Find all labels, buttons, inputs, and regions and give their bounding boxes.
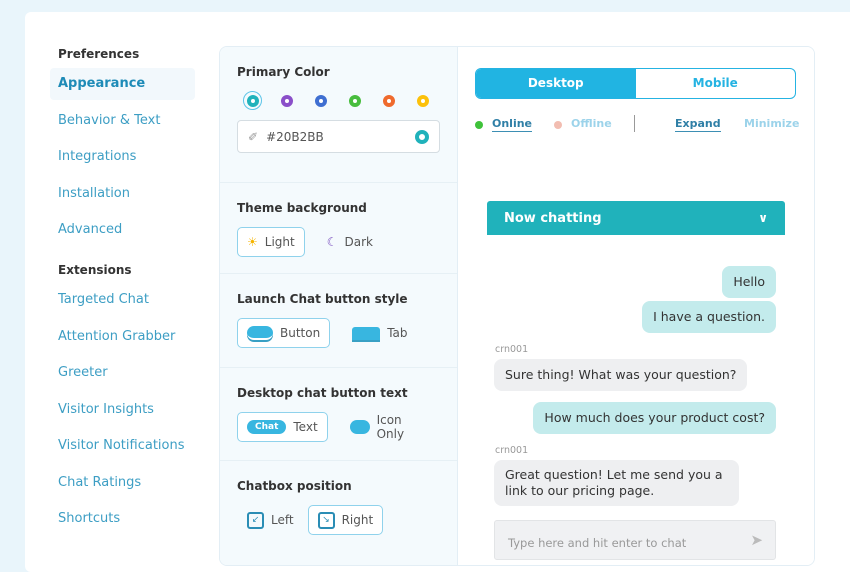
sidebar-item-installation[interactable]: Installation xyxy=(50,178,195,210)
visitor-message: I have a question. xyxy=(642,301,776,333)
button-label: Button xyxy=(280,326,321,340)
tab-icon xyxy=(352,326,381,340)
agent-message: Great question! Let me send you a link t… xyxy=(494,460,739,506)
launch-tab-option[interactable]: Tab xyxy=(342,318,417,348)
right-label: Right xyxy=(341,513,374,527)
dark-label: Dark xyxy=(344,235,373,249)
color-swatches xyxy=(237,91,440,110)
theme-title: Theme background xyxy=(237,201,367,215)
agent-message: Sure thing! What was your question? xyxy=(494,359,748,391)
agent-name: crn001 xyxy=(495,445,529,456)
launch-style-title: Launch Chat button style xyxy=(237,292,408,306)
launch-style-group: Launch Chat button style Button Tab xyxy=(220,274,457,368)
chat-title: Now chatting xyxy=(504,210,602,226)
position-right-option[interactable]: ↘ Right xyxy=(307,505,384,535)
text-label: Text xyxy=(293,420,318,434)
swatch-green[interactable] xyxy=(345,91,364,110)
extensions-heading: Extensions xyxy=(58,263,132,277)
swatch-blue[interactable] xyxy=(311,91,330,110)
visitor-message: How much does your product cost? xyxy=(533,402,776,434)
chat-bubble-icon xyxy=(349,420,370,434)
swatch-teal[interactable] xyxy=(243,91,262,110)
launch-button-option[interactable]: Button xyxy=(237,318,331,348)
eyedropper-icon[interactable]: ✐ xyxy=(248,130,258,144)
swatch-orange[interactable] xyxy=(379,91,398,110)
sidebar-item-chat-ratings[interactable]: Chat Ratings xyxy=(50,467,195,499)
preview-status-bar: Online Offline Expand Minimize xyxy=(475,115,805,137)
sidebar-item-shortcuts[interactable]: Shortcuts xyxy=(50,503,195,535)
chat-input[interactable]: Type here and hit enter to chat ➤ xyxy=(494,520,776,560)
sidebar-item-greeter[interactable]: Greeter xyxy=(50,357,195,389)
online-toggle[interactable]: Online xyxy=(492,117,533,132)
tab-label: Tab xyxy=(387,326,408,340)
icon-only-option[interactable]: Icon Only xyxy=(340,412,440,442)
appearance-panel: Primary Color ✐ #20B2BB Theme background… xyxy=(219,46,815,566)
sidebar-item-visitor-insights[interactable]: Visitor Insights xyxy=(50,394,195,426)
chat-input-placeholder: Type here and hit enter to chat xyxy=(508,536,687,550)
color-hex-input[interactable]: ✐ #20B2BB xyxy=(237,120,440,153)
sun-icon: ☀ xyxy=(247,235,258,249)
device-toggle: Desktop Mobile xyxy=(475,68,796,99)
offline-dot-icon xyxy=(554,121,562,129)
position-group: Chatbox position ↙ Left ↘ Right xyxy=(220,461,457,535)
chevron-down-icon[interactable]: ∨ xyxy=(758,211,768,225)
sidebar-item-advanced[interactable]: Advanced xyxy=(50,214,195,246)
send-icon[interactable]: ➤ xyxy=(750,531,763,549)
chat-header: Now chatting ∨ xyxy=(487,201,785,235)
preview-column: Desktop Mobile Online Offline Expand Min… xyxy=(458,47,814,565)
chat-widget-preview: Now chatting ∨ Hello I have a question. c… xyxy=(487,201,785,565)
settings-column: Primary Color ✐ #20B2BB Theme background… xyxy=(220,47,458,565)
position-title: Chatbox position xyxy=(237,479,352,493)
sidebar-item-attention-grabber[interactable]: Attention Grabber xyxy=(50,321,195,353)
theme-group: Theme background ☀ Light ☾ Dark xyxy=(220,183,457,274)
offline-toggle[interactable]: Offline xyxy=(571,117,612,130)
sidebar-item-behavior[interactable]: Behavior & Text xyxy=(50,105,195,137)
color-hex-value: #20B2BB xyxy=(266,129,324,144)
preferences-heading: Preferences xyxy=(58,47,140,61)
sidebar-item-visitor-notifications[interactable]: Visitor Notifications xyxy=(50,430,195,462)
divider xyxy=(634,115,635,132)
primary-color-title: Primary Color xyxy=(237,65,330,79)
chat-bubble-icon xyxy=(247,326,273,340)
text-option[interactable]: Chat Text xyxy=(237,412,328,442)
mobile-tab[interactable]: Mobile xyxy=(636,69,796,98)
online-dot-icon xyxy=(475,121,483,129)
expand-toggle[interactable]: Expand xyxy=(675,117,721,132)
minimize-toggle[interactable]: Minimize xyxy=(744,117,799,130)
icon-only-label: Icon Only xyxy=(376,413,405,441)
theme-light-option[interactable]: ☀ Light xyxy=(237,227,305,257)
visitor-message: Hello xyxy=(722,266,776,298)
desktop-text-group: Desktop chat button text Chat Text Icon O… xyxy=(220,368,457,461)
swatch-yellow[interactable] xyxy=(413,91,432,110)
desktop-tab[interactable]: Desktop xyxy=(476,69,636,98)
sidebar-item-appearance[interactable]: Appearance xyxy=(50,68,195,100)
sidebar-item-targeted-chat[interactable]: Targeted Chat xyxy=(50,284,195,316)
color-preview-icon xyxy=(415,129,429,144)
sidebar: Preferences Appearance Behavior & Text I… xyxy=(50,40,195,540)
desktop-text-title: Desktop chat button text xyxy=(237,386,408,400)
arrow-down-right-icon: ↘ xyxy=(317,511,335,529)
swatch-purple[interactable] xyxy=(277,91,296,110)
moon-icon: ☾ xyxy=(326,235,338,249)
agent-name: crn001 xyxy=(495,344,529,355)
theme-dark-option[interactable]: ☾ Dark xyxy=(317,227,383,257)
arrow-down-left-icon: ↙ xyxy=(247,511,264,529)
light-label: Light xyxy=(264,235,295,249)
position-left-option[interactable]: ↙ Left xyxy=(237,505,304,535)
chat-chip: Chat xyxy=(247,420,287,434)
primary-color-group: Primary Color ✐ #20B2BB xyxy=(220,47,457,183)
sidebar-item-integrations[interactable]: Integrations xyxy=(50,141,195,173)
left-label: Left xyxy=(271,513,294,527)
